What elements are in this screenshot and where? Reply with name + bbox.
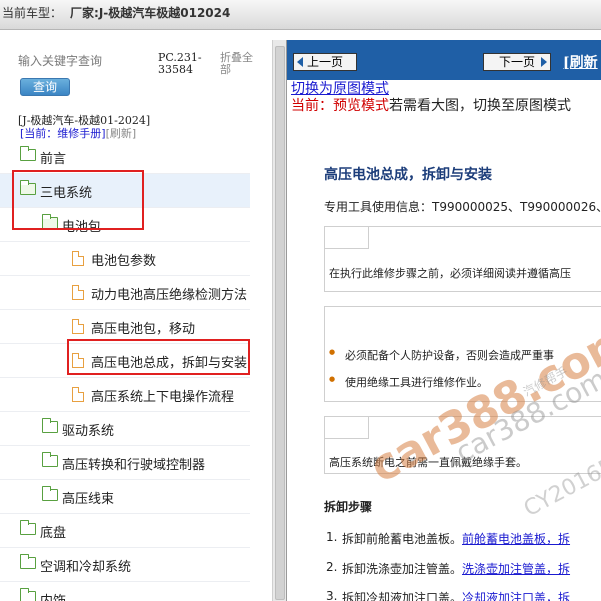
maker-value: J-极越汽车极越012024	[98, 6, 231, 20]
highlight-box-section	[12, 170, 144, 230]
tree-node-label: 高压系统上下电操作流程	[91, 390, 235, 405]
maker-info: 厂家:J-极越汽车极越012024	[70, 4, 230, 21]
step-item: 2. 拆卸洗涤壶加注管盖。洗涤壶加注管盖，拆	[326, 560, 570, 577]
tree-node-battery-params[interactable]: 电池包参数	[0, 242, 250, 276]
document-title: 高压电池总成，拆卸与安装	[324, 167, 492, 183]
current-model-label: 当前车型：	[2, 6, 63, 20]
tree-node-chassis[interactable]: 底盘	[0, 514, 250, 548]
notice-tag	[325, 227, 369, 249]
step-text: 拆卸前舱蓄电池盖板。	[342, 532, 463, 546]
removal-steps-heading: 拆卸步骤	[324, 500, 373, 514]
document-viewport: 高压电池总成，拆卸与安装 专用工具使用信息：T990000025、T990000…	[286, 40, 601, 601]
special-tools-info: 专用工具使用信息：T990000025、T990000026、	[324, 200, 601, 214]
tree-node-insulation-test[interactable]: 动力电池高压绝缘检测方法	[0, 276, 250, 310]
folder-icon	[20, 588, 36, 601]
current-manual-label: [当前：维修手册]	[20, 127, 106, 140]
pc-code: PC.231-33584	[158, 51, 202, 76]
scrollbar-thumb[interactable]	[275, 46, 285, 600]
tree-node-label: 高压电池包，移动	[91, 322, 196, 337]
highlight-box-item	[67, 339, 250, 375]
tree-node-label: 内饰	[40, 590, 66, 601]
document-icon	[72, 319, 84, 334]
tree-node-label: 空调和冷却系统	[40, 560, 132, 575]
folder-icon	[20, 554, 36, 569]
left-nav-pane: 查询 PC.231-33584 折叠全部 [J-极越汽车-极越01-2024] …	[0, 40, 272, 601]
tree-node-interior[interactable]: 内饰	[0, 582, 250, 601]
tree-node-label: 底盘	[40, 526, 67, 541]
title-bar: 当前车型： 厂家:J-极越汽车极越012024	[0, 0, 601, 30]
document-icon	[72, 387, 84, 402]
tree-node-label: 前言	[40, 152, 67, 167]
notice-box: 在执行此维修步骤之前，必须详细阅读并遵循高压	[324, 226, 601, 292]
warning-bullet: 使用绝缘工具进行维修作业。	[329, 374, 488, 390]
tree-node-preface[interactable]: 前言	[0, 140, 250, 174]
step-item: 3. 拆卸冷却液加注口盖。冷却液加注口盖，拆	[326, 589, 570, 601]
step-link[interactable]: 冷却液加注口盖，拆	[462, 591, 570, 601]
step-number: 2.	[326, 560, 338, 574]
step-text: 拆卸冷却液加注口盖。	[342, 591, 463, 601]
folder-icon	[20, 520, 36, 535]
step-item: 1. 拆卸前舱蓄电池盖板。前舱蓄电池盖板，拆	[326, 530, 570, 547]
note-box: 高压系统断电之前需一直佩戴绝缘手套。	[324, 416, 601, 474]
step-number: 3.	[326, 589, 338, 601]
folder-icon	[20, 146, 36, 161]
step-link[interactable]: 洗涤壶加注管盖，拆	[462, 562, 570, 576]
tree-node-power-procedure[interactable]: 高压系统上下电操作流程	[0, 378, 250, 412]
warning-bullet: 必须配备个人防护设备，否则会造成严重事	[329, 347, 554, 363]
folder-icon	[42, 486, 58, 501]
folder-icon	[42, 452, 58, 467]
tree-node-hv-harness[interactable]: 高压线束	[0, 480, 250, 514]
tree-node-hv-controller[interactable]: 高压转换和行驶域控制器	[0, 446, 250, 480]
step-text: 拆卸洗涤壶加注管盖。	[342, 562, 463, 576]
note-tag	[325, 417, 369, 439]
tree-node-label: 驱动系统	[62, 424, 115, 439]
document-icon	[72, 251, 84, 266]
tree-node-label: 高压转换和行驶域控制器	[62, 458, 206, 473]
current-manual: [当前：维修手册][刷新]	[20, 125, 136, 141]
notice-text: 在执行此维修步骤之前，必须详细阅读并遵循高压	[329, 267, 571, 280]
tree-node-label: 动力电池高压绝缘检测方法	[91, 288, 248, 303]
collapse-all-button[interactable]: 折叠全部	[220, 52, 260, 76]
search-input[interactable]	[18, 52, 146, 70]
step-number: 1.	[326, 530, 338, 544]
search-button[interactable]: 查询	[20, 78, 70, 96]
tree-node-hvac[interactable]: 空调和冷却系统	[0, 548, 250, 582]
document-icon	[72, 285, 84, 300]
tree-node-label: 高压线束	[62, 492, 115, 507]
warning-box: 必须配备个人防护设备，否则会造成严重事 使用绝缘工具进行维修作业。	[324, 306, 601, 402]
left-pane-scrollbar[interactable]	[272, 40, 286, 601]
refresh-link[interactable]: [刷新]	[106, 127, 137, 140]
note-text: 高压系统断电之前需一直佩戴绝缘手套。	[329, 456, 527, 469]
step-link[interactable]: 前舱蓄电池盖板，拆	[462, 532, 570, 546]
maker-label: 厂家:	[70, 6, 99, 20]
tree-node-drive-system[interactable]: 驱动系统	[0, 412, 250, 446]
folder-icon	[42, 418, 58, 433]
tree-node-label: 电池包参数	[91, 254, 157, 269]
